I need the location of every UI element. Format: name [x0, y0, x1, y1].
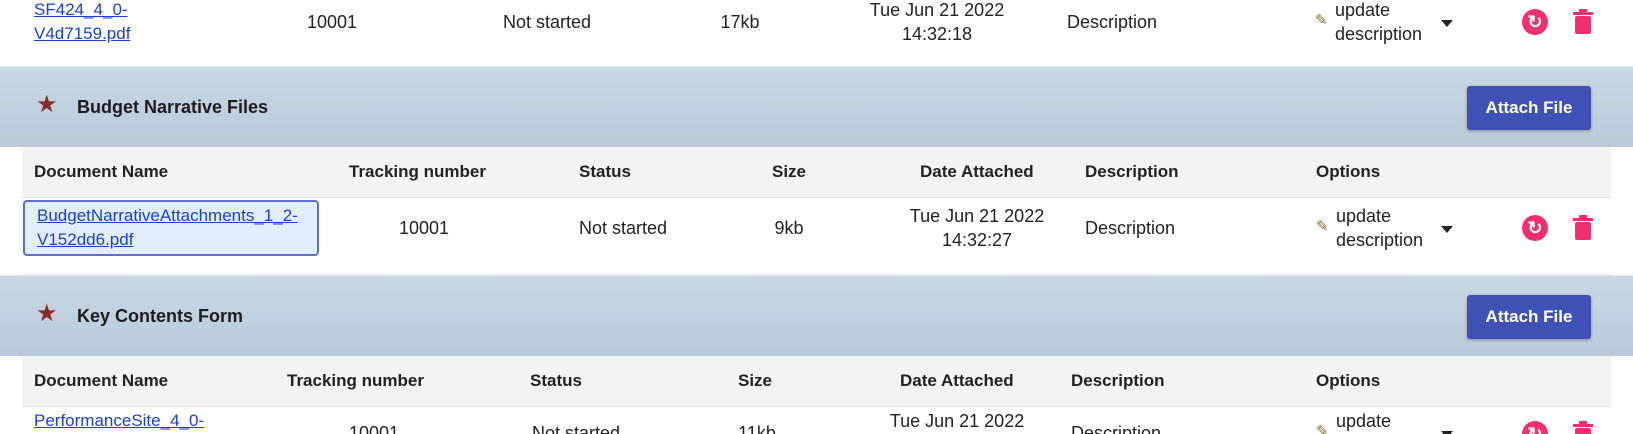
option-line1: update — [1336, 206, 1392, 226]
option-select[interactable]: update description — [1336, 204, 1423, 252]
tracking-number: 10001 — [306, 12, 358, 32]
chevron-down-icon[interactable] — [1441, 226, 1453, 233]
column-document-name: Document Name — [34, 162, 169, 181]
status-text: Not started — [502, 12, 592, 32]
document-link-line2: V4d7159.pdf — [34, 24, 131, 43]
date-line1: Tue Jun 21 2022 — [909, 206, 1045, 226]
refresh-icon[interactable]: ↻ — [1522, 421, 1548, 434]
trash-icon[interactable] — [1571, 215, 1595, 241]
table-row: SF424_4_0- V4d7159.pdf 10001 Not started… — [22, 0, 1611, 66]
chevron-down-icon[interactable] — [1441, 20, 1453, 27]
section-title: Key Contents Form — [77, 306, 244, 326]
column-size: Size — [738, 371, 773, 390]
column-description: Description — [1071, 371, 1165, 390]
attach-file-button[interactable]: Attach File — [1467, 295, 1591, 339]
star-icon: ★ — [36, 300, 58, 327]
column-size: Size — [772, 162, 807, 181]
column-options: Options — [1316, 371, 1381, 390]
file-size: 17kb — [720, 12, 760, 32]
status-text: Not started — [531, 423, 621, 434]
pencil-icon: ✎ — [1316, 218, 1329, 235]
refresh-icon[interactable]: ↻ — [1522, 9, 1548, 35]
trash-icon[interactable] — [1571, 421, 1595, 434]
attach-file-button[interactable]: Attach File — [1467, 86, 1591, 130]
tracking-number: 10001 — [348, 423, 400, 434]
file-size: 9kb — [774, 218, 804, 238]
date-line1: Tue Jun 21 2022 — [869, 0, 1005, 20]
trash-icon[interactable] — [1571, 9, 1595, 35]
document-link[interactable]: BudgetNarrativeAttachments_1_2- V152dd6.… — [23, 200, 319, 256]
table-header: Document Name Tracking number Status Siz… — [22, 356, 1611, 407]
table-header: Document Name Tracking number Status Siz… — [22, 147, 1611, 198]
description-text: Description — [1067, 12, 1158, 32]
column-status: Status — [530, 371, 582, 390]
column-date-attached: Date Attached — [920, 162, 1034, 181]
column-description: Description — [1085, 162, 1179, 181]
document-link-line2: V152dd6.pdf — [37, 230, 134, 249]
description-text: Description — [1085, 218, 1176, 238]
table-row: BudgetNarrativeAttachments_1_2- V152dd6.… — [22, 198, 1611, 275]
document-link-line1: BudgetNarrativeAttachments_1_2- — [37, 206, 298, 225]
document-link[interactable]: SF424_4_0- V4d7159.pdf — [34, 0, 204, 46]
option-line2: description — [1335, 24, 1423, 44]
description-text: Description — [1071, 423, 1162, 434]
column-tracking-number: Tracking number — [287, 371, 424, 390]
column-options: Options — [1316, 162, 1381, 181]
star-icon: ★ — [36, 91, 58, 118]
date-attached: Tue Jun 21 2022 — [889, 411, 1025, 431]
section-header-budget-narrative: ★ Budget Narrative Files Attach File — [0, 66, 1633, 147]
refresh-icon[interactable]: ↻ — [1522, 215, 1548, 241]
option-line1: update — [1335, 0, 1391, 20]
option-line2: description — [1336, 230, 1424, 250]
file-size: 11kb — [738, 423, 776, 434]
date-attached: Tue Jun 21 2022 14:32:18 — [852, 0, 1022, 46]
tracking-number: 10001 — [398, 218, 450, 238]
column-status: Status — [579, 162, 631, 181]
document-link[interactable]: PerformanceSite_4_0- — [34, 409, 204, 433]
column-tracking-number: Tracking number — [349, 162, 486, 181]
section-header-key-contents: ★ Key Contents Form Attach File — [0, 275, 1633, 356]
section-title: Budget Narrative Files — [77, 97, 269, 117]
status-text: Not started — [578, 218, 668, 238]
date-line2: 14:32:18 — [901, 24, 973, 44]
date-attached: Tue Jun 21 2022 14:32:27 — [892, 204, 1062, 252]
table-row: PerformanceSite_4_0- 10001 Not started 1… — [22, 407, 1611, 434]
column-document-name: Document Name — [34, 371, 169, 390]
pencil-icon: ✎ — [1316, 423, 1329, 434]
option-select[interactable]: update — [1336, 409, 1391, 433]
date-line2: 14:32:27 — [941, 230, 1013, 250]
option-select[interactable]: update description — [1335, 0, 1422, 46]
column-date-attached: Date Attached — [900, 371, 1014, 390]
document-link-line1: SF424_4_0- — [34, 0, 128, 19]
pencil-icon: ✎ — [1315, 12, 1328, 29]
